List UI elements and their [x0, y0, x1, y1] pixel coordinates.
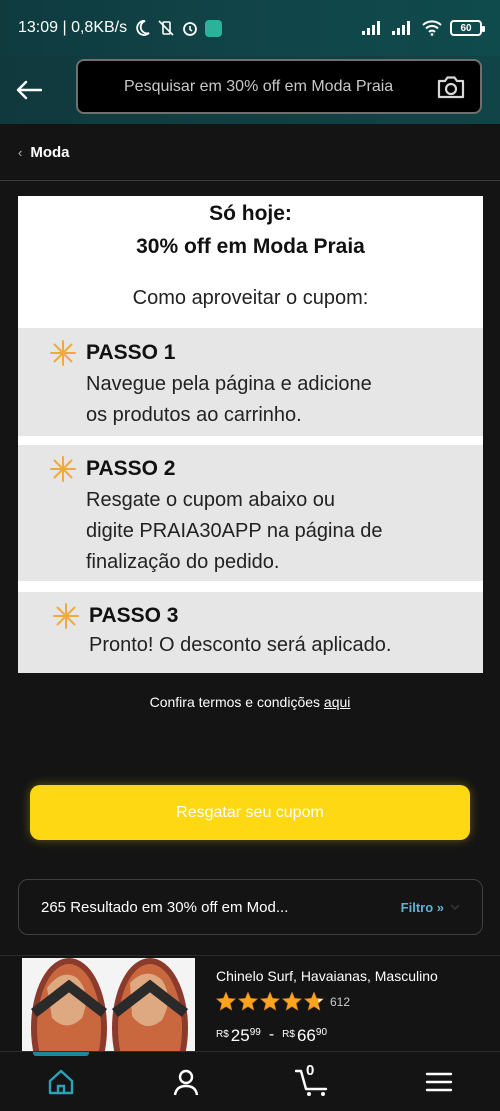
search-placeholder: Pesquisar em 30% off em Moda Praia [124, 77, 394, 95]
home-icon [48, 1069, 74, 1095]
star-icon [260, 992, 280, 1011]
step-2-body-line-3: finalização do pedido. [86, 551, 280, 573]
signal-icon [362, 21, 380, 35]
price-min-int: 25 [230, 1026, 250, 1045]
terms-text: Confira termos e condições aqui [0, 694, 500, 710]
product-price: R$ 25 99 - R$ 66 90 [216, 1026, 327, 1046]
terms-link[interactable]: aqui [324, 694, 350, 710]
sandals-image [22, 958, 195, 1054]
nav-menu[interactable] [422, 1065, 456, 1099]
step-3-title: PASSO 3 [89, 604, 179, 627]
step-3: PASSO 3 Pronto! O desconto será aplicado… [18, 592, 483, 673]
step-1-body: Navegue pela página e adicione os produt… [86, 369, 372, 431]
active-tab-indicator [33, 1052, 89, 1056]
step-1-title: PASSO 1 [86, 341, 176, 364]
price-min-cents: 99 [249, 1027, 261, 1038]
star-icon [216, 992, 236, 1011]
chevron-down-icon[interactable] [450, 902, 460, 912]
alarm-icon [183, 22, 198, 36]
step-1-body-line-2: os produtos ao carrinho. [86, 404, 302, 426]
chevron-left-icon: ‹ [18, 144, 23, 160]
step-2: PASSO 2 Resgate o cupom abaixo ou digite… [18, 445, 483, 581]
status-left: 13:09 | 0,8KB/s [18, 19, 223, 37]
step-2-body: Resgate o cupom abaixo ou digite PRAIA30… [86, 485, 383, 578]
promo-title: 30% off em Moda Praia [136, 235, 365, 258]
status-right: 60 [362, 20, 485, 36]
star-icon [238, 992, 258, 1011]
price-max-int: 66 [296, 1026, 316, 1045]
account-icon [173, 1069, 199, 1096]
status-time: 13:09 | 0,8KB/s [18, 19, 128, 36]
redeem-coupon-label: Resgatar seu cupom [176, 803, 324, 821]
search-input[interactable]: Pesquisar em 30% off em Moda Praia [76, 59, 482, 114]
arrow-left-icon [16, 80, 42, 100]
sparkle-icon [53, 603, 79, 629]
rating-count: 612 [330, 994, 351, 1009]
menu-icon [425, 1072, 453, 1092]
nav-home[interactable] [44, 1065, 78, 1099]
star-half-icon [304, 992, 324, 1011]
battery-icon: 60 [450, 20, 485, 36]
promo-banner: Só hoje: 30% off em Moda Praia Como apro… [18, 196, 483, 673]
step-2-body-line-2: digite PRAIA30APP na página de [86, 520, 383, 542]
back-button[interactable] [14, 75, 44, 105]
product-card[interactable]: Chinelo Surf, Havaianas, Masculino 612 R… [0, 955, 500, 1055]
filter-button[interactable]: Filtro » [401, 900, 444, 915]
moon-icon [136, 20, 150, 36]
terms-label: Confira termos e condições [149, 694, 324, 710]
nav-cart[interactable]: 0 [294, 1062, 334, 1099]
product-rating[interactable]: 612 [216, 992, 350, 1011]
step-1: PASSO 1 Navegue pela página e adicione o… [18, 328, 483, 436]
step-3-body: Pronto! O desconto será aplicado. [89, 634, 392, 656]
signal-icon-2 [392, 21, 410, 35]
breadcrumb[interactable]: ‹ Moda [0, 124, 500, 181]
promo-line-1: Só hoje: [209, 202, 292, 225]
product-image[interactable] [22, 958, 195, 1054]
step-1-body-line-1: Navegue pela página e adicione [86, 373, 372, 395]
price-max-cents: 90 [315, 1027, 328, 1038]
search-header: Pesquisar em 30% off em Moda Praia [0, 56, 500, 124]
bottom-navigation: 0 [0, 1051, 500, 1111]
cart-count: 0 [306, 1062, 315, 1079]
redeem-coupon-button[interactable]: Resgatar seu cupom [30, 785, 470, 840]
price-separator: - [268, 1026, 275, 1043]
battery-level: 60 [460, 22, 472, 34]
sparkle-icon [50, 340, 76, 366]
sparkle-icon [50, 456, 76, 482]
app-notification-icon [205, 19, 223, 37]
nav-account[interactable] [169, 1065, 203, 1099]
status-bar: 13:09 | 0,8KB/s 60 [0, 0, 500, 56]
camera-icon[interactable] [436, 74, 466, 100]
breadcrumb-label: Moda [30, 143, 70, 161]
step-2-title: PASSO 2 [86, 457, 176, 480]
product-name[interactable]: Chinelo Surf, Havaianas, Masculino [216, 968, 438, 984]
promo-subtitle: Como aproveitar o cupom: [132, 287, 369, 309]
price-currency-2: R$ [282, 1029, 295, 1040]
price-currency: R$ [216, 1029, 229, 1040]
results-count: 265 Resultado em 30% off em Mod... [41, 898, 289, 916]
step-2-body-line-1: Resgate o cupom abaixo ou [86, 489, 336, 511]
vibrate-off-icon [158, 20, 174, 36]
results-bar: 265 Resultado em 30% off em Mod... Filtr… [18, 879, 483, 935]
wifi-icon [422, 20, 442, 36]
app-root: 13:09 | 0,8KB/s 60 Pesquisar em 30% off … [0, 0, 500, 1111]
star-icon [282, 992, 302, 1011]
